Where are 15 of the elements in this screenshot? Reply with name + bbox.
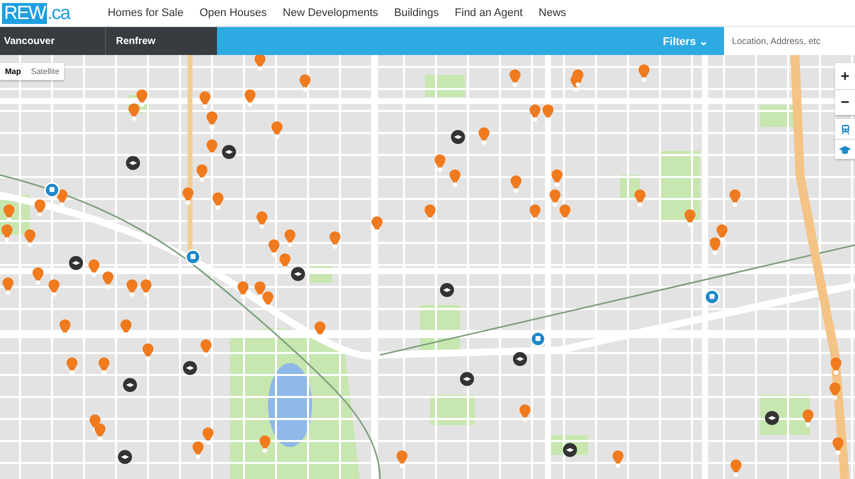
nav-link[interactable]: Buildings xyxy=(386,7,447,19)
graduation-cap-icon xyxy=(839,144,851,154)
train-icon xyxy=(840,124,850,134)
nav-link[interactable]: News xyxy=(530,7,574,19)
map-type-tab[interactable]: Map xyxy=(0,63,26,80)
map-type-tab[interactable]: Satellite xyxy=(26,63,64,80)
nav-link[interactable]: New Developments xyxy=(274,7,386,19)
zoom-in-button[interactable]: + xyxy=(835,63,855,89)
school-layer-button[interactable] xyxy=(835,139,855,159)
nav-link[interactable]: Find an Agent xyxy=(446,7,531,19)
nav-link[interactable]: Open Houses xyxy=(192,7,275,19)
zoom-out-button[interactable]: − xyxy=(835,89,855,115)
transit-layer-button[interactable] xyxy=(835,119,855,139)
nav-link[interactable]: Homes for Sale xyxy=(100,7,192,19)
breadcrumb-link[interactable]: Renfrew xyxy=(106,27,160,55)
